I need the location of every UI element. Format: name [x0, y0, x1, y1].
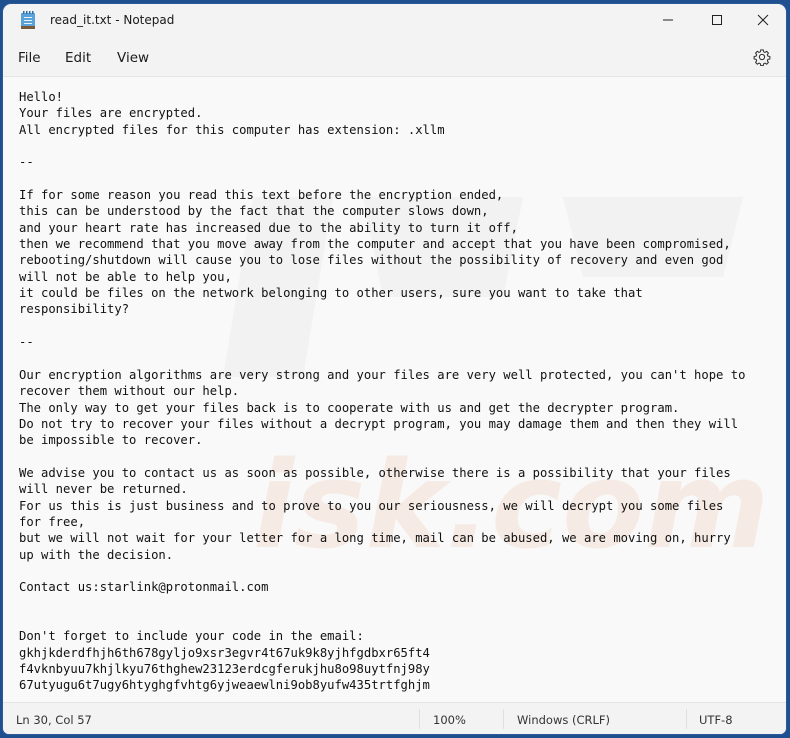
status-divider: [419, 709, 420, 729]
status-bar: Ln 30, Col 57 100% Windows (CRLF) UTF-8: [3, 702, 786, 734]
cursor-position: Ln 30, Col 57: [16, 713, 92, 727]
menu-file[interactable]: File: [14, 48, 45, 68]
minimize-icon: [662, 14, 674, 26]
title-bar[interactable]: read_it.txt - Notepad: [3, 4, 786, 36]
notepad-window: read_it.txt - Notepad File Edit View isk…: [3, 4, 786, 734]
gear-icon: [753, 49, 771, 70]
encoding[interactable]: UTF-8: [699, 713, 733, 727]
settings-button[interactable]: [753, 48, 773, 68]
window-title: read_it.txt - Notepad: [50, 13, 175, 27]
notepad-icon: [21, 11, 35, 29]
zoom-level[interactable]: 100%: [433, 713, 466, 727]
menu-edit[interactable]: Edit: [61, 48, 95, 68]
close-icon: [757, 14, 769, 26]
menu-bar: File Edit View: [3, 40, 786, 76]
close-button[interactable]: [740, 4, 786, 36]
document-text: Hello! Your files are encrypted. All enc…: [19, 90, 746, 693]
maximize-button[interactable]: [694, 4, 740, 36]
minimize-button[interactable]: [645, 4, 691, 36]
status-divider: [503, 709, 504, 729]
line-ending[interactable]: Windows (CRLF): [517, 713, 610, 727]
status-divider: [686, 709, 687, 729]
menu-view[interactable]: View: [113, 48, 153, 68]
text-editor[interactable]: isk.com Hello! Your files are encrypted.…: [3, 76, 786, 703]
maximize-icon: [711, 14, 723, 26]
